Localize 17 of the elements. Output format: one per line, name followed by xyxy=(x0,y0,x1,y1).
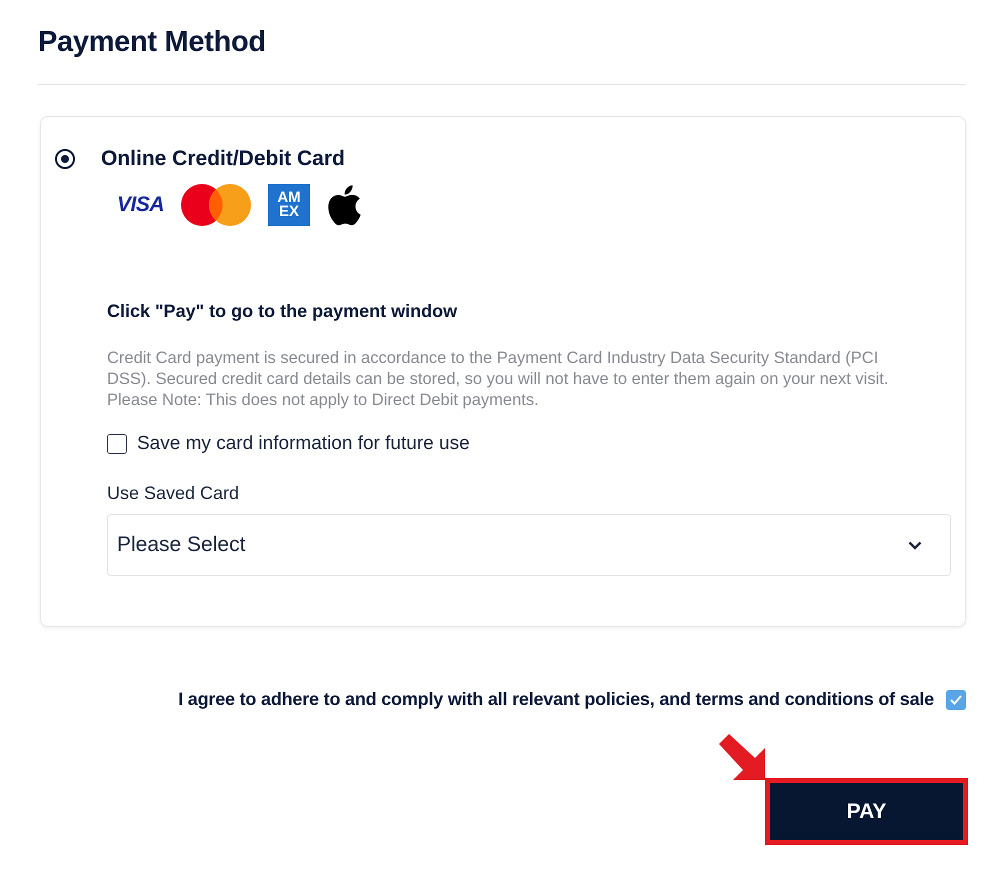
check-icon xyxy=(949,692,963,706)
visa-logo: VISA xyxy=(117,193,164,217)
amex-logo: AM EX xyxy=(268,184,310,226)
apple-logo xyxy=(326,184,362,226)
chevron-down-icon xyxy=(908,540,922,550)
field-label: Use Saved Card xyxy=(107,483,240,504)
option-label: Online Credit/Debit Card xyxy=(101,147,345,171)
saved-card-select[interactable]: Please Select xyxy=(107,514,951,576)
agreement-label: I agree to adhere to and comply with all relevant policies, and terms and conditions of sale xyxy=(178,689,934,710)
pay-button[interactable]: PAY xyxy=(770,783,963,840)
checkbox[interactable] xyxy=(107,434,127,454)
page-title: Payment Method xyxy=(38,25,267,60)
radio-button[interactable] xyxy=(55,149,75,169)
checkbox-label: Save my card information for future use xyxy=(137,433,470,455)
agreement-checkbox[interactable] xyxy=(946,690,966,710)
security-notice: Credit Card payment is secured in accordance to the Payment Card Industry Data Security Standard (PCI DSS). Secured credit card details can be stored, so you will not have to enter them again on your next visit. Please Note: This does not apply to Direct Debit payments. xyxy=(107,348,890,411)
instruction-heading: Click "Pay" to go to the payment window xyxy=(107,301,458,322)
